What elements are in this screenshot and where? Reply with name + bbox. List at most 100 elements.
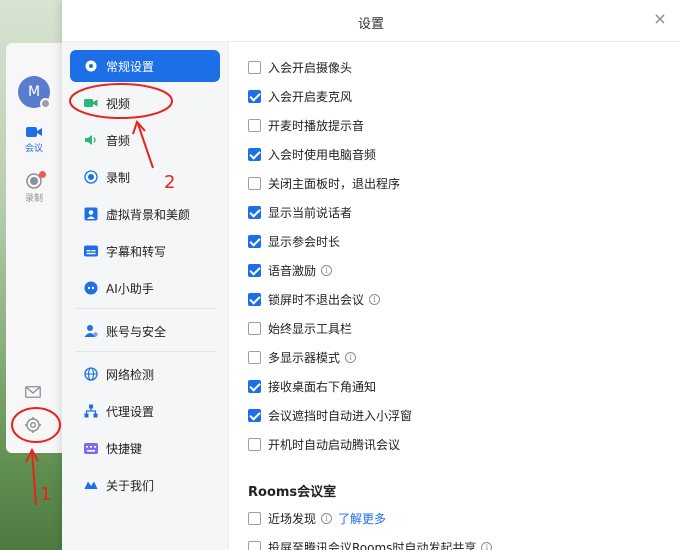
option-label: 始终显示工具栏	[268, 321, 353, 336]
option-show-duration[interactable]: 显示参会时长	[248, 232, 340, 250]
option-multi-monitor[interactable]: 多显示器模式 i	[248, 348, 357, 366]
checkbox[interactable]	[248, 89, 261, 103]
annotation-arrow-1	[31, 451, 37, 506]
option-label: 开机时自动启动腾讯会议	[268, 437, 401, 452]
app-sidebar: M 会议 录制	[6, 43, 62, 453]
checkbox[interactable]	[248, 60, 261, 74]
nav-item-label: AI小助手	[106, 281, 154, 296]
settings-nav: 常规设置 视频 音频 录制 虚拟背景和美颜 字幕和转写 AI小助手 账号与安全 …	[62, 42, 229, 550]
nav-item-virtual-background[interactable]: 虚拟背景和美颜	[70, 198, 220, 230]
checkbox[interactable]	[248, 321, 261, 335]
nav-item-shortcuts[interactable]: 快捷键	[70, 432, 220, 464]
option-exit-on-close[interactable]: 关闭主面板时，退出程序	[248, 174, 400, 192]
checkbox[interactable]	[248, 350, 261, 364]
gear-icon	[84, 59, 98, 73]
checkbox[interactable]	[248, 263, 261, 277]
video-camera-icon	[84, 96, 98, 110]
info-icon[interactable]: i	[369, 293, 381, 305]
close-icon[interactable]: ×	[653, 11, 667, 27]
info-icon[interactable]: i	[321, 264, 333, 276]
option-label: 投屏至腾讯会议Rooms时自动发起共享	[268, 540, 477, 550]
nav-item-audio[interactable]: 音频	[70, 124, 220, 156]
account-icon	[84, 324, 98, 338]
checkbox[interactable]	[248, 147, 261, 161]
option-rooms-auto-share[interactable]: 投屏至腾讯会议Rooms时自动发起共享 i	[248, 538, 493, 550]
rooms-section-title: Rooms会议室	[248, 485, 337, 500]
option-voice-activation[interactable]: 语音激励 i	[248, 261, 333, 279]
option-label: 入会开启麦克风	[268, 89, 353, 104]
dialog-header: 设置 ×	[62, 0, 680, 42]
nav-item-network[interactable]: 网络检测	[70, 358, 220, 390]
checkbox[interactable]	[248, 292, 261, 306]
option-label: 入会时使用电脑音频	[268, 147, 377, 162]
nav-divider	[76, 351, 216, 352]
settings-dialog: 设置 × 常规设置 视频 音频 录制 虚拟背景和美颜 字幕和转写 AI小助手 账…	[62, 0, 680, 550]
nav-item-label: 录制	[106, 170, 131, 185]
nav-item-label: 字幕和转写	[106, 244, 167, 259]
option-show-speaker[interactable]: 显示当前说话者	[248, 203, 352, 221]
nav-item-record[interactable]: 录制	[70, 161, 220, 193]
proxy-icon	[84, 404, 98, 418]
option-label: 语音激励	[268, 263, 317, 278]
option-always-toolbar[interactable]: 始终显示工具栏	[248, 319, 352, 337]
nav-item-about[interactable]: 关于我们	[70, 469, 220, 501]
nav-item-label: 代理设置	[106, 404, 155, 419]
checkbox[interactable]	[248, 437, 261, 451]
keyboard-icon	[84, 441, 98, 455]
option-camera-on-join[interactable]: 入会开启摄像头	[248, 58, 352, 76]
nav-item-ai-assistant[interactable]: AI小助手	[70, 272, 220, 304]
subtitles-icon	[84, 244, 98, 258]
nav-item-label: 音频	[106, 133, 131, 148]
nav-item-video[interactable]: 视频	[70, 87, 220, 119]
option-label: 开麦时播放提示音	[268, 118, 365, 133]
settings-gear-icon[interactable]	[24, 416, 42, 438]
option-stay-on-lock[interactable]: 锁屏时不退出会议 i	[248, 290, 381, 308]
nav-item-general[interactable]: 常规设置	[70, 50, 220, 82]
option-label: 会议遮挡时自动进入小浮窗	[268, 408, 413, 423]
checkbox[interactable]	[248, 234, 261, 248]
nav-item-label: 网络检测	[106, 367, 155, 382]
checkbox[interactable]	[248, 176, 261, 190]
option-label: 接收桌面右下角通知	[268, 379, 377, 394]
option-nearby-discovery[interactable]: 近场发现 i 了解更多	[248, 509, 386, 527]
nav-item-account[interactable]: 账号与安全	[70, 315, 220, 347]
info-icon[interactable]: i	[321, 512, 333, 524]
option-label: 锁屏时不退出会议	[268, 292, 365, 307]
settings-content: 入会开启摄像头 入会开启麦克风 开麦时播放提示音 入会时使用电脑音频 关闭主面板…	[230, 42, 680, 550]
option-unmute-sound[interactable]: 开麦时播放提示音	[248, 116, 364, 134]
option-label: 近场发现	[268, 511, 317, 526]
rail-meeting-label: 会议	[24, 144, 43, 154]
checkbox[interactable]	[248, 540, 261, 550]
rail-record-label: 录制	[24, 194, 43, 204]
checkbox[interactable]	[248, 511, 261, 525]
option-label: 入会开启摄像头	[268, 60, 353, 75]
learn-more-link[interactable]: 了解更多	[338, 510, 386, 527]
option-auto-start[interactable]: 开机时自动启动腾讯会议	[248, 435, 400, 453]
nav-item-subtitles[interactable]: 字幕和转写	[70, 235, 220, 267]
option-mini-window[interactable]: 会议遮挡时自动进入小浮窗	[248, 406, 412, 424]
option-desktop-notify[interactable]: 接收桌面右下角通知	[248, 377, 376, 395]
option-label: 多显示器模式	[268, 350, 341, 365]
mail-icon[interactable]	[25, 383, 41, 402]
video-camera-icon	[26, 127, 42, 137]
nav-divider	[76, 308, 216, 309]
checkbox[interactable]	[248, 408, 261, 422]
checkbox[interactable]	[248, 118, 261, 132]
notification-dot	[39, 171, 46, 178]
checkbox[interactable]	[248, 205, 261, 219]
nav-item-label: 常规设置	[106, 59, 155, 74]
rail-record[interactable]: 录制	[6, 171, 62, 204]
rail-meeting[interactable]: 会议	[6, 125, 62, 154]
checkbox[interactable]	[248, 379, 261, 393]
option-computer-audio[interactable]: 入会时使用电脑音频	[248, 145, 376, 163]
avatar-letter: M	[27, 84, 41, 100]
info-icon[interactable]: i	[345, 351, 357, 363]
nav-item-label: 关于我们	[106, 478, 155, 493]
nav-item-label: 快捷键	[106, 441, 143, 456]
info-icon[interactable]: i	[481, 541, 493, 550]
about-icon	[84, 478, 98, 492]
nav-item-label: 虚拟背景和美颜	[106, 207, 191, 222]
nav-item-proxy[interactable]: 代理设置	[70, 395, 220, 427]
option-mic-on-join[interactable]: 入会开启麦克风	[248, 87, 352, 105]
option-label: 显示当前说话者	[268, 205, 353, 220]
